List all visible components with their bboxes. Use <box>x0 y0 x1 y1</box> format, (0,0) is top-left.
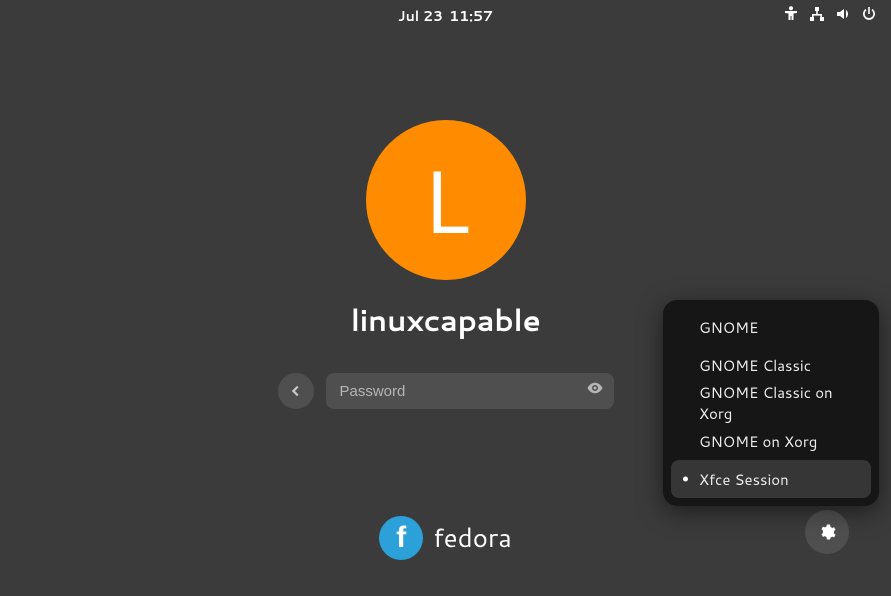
session-item-gnome-classic[interactable]: GNOME Classic <box>671 346 871 384</box>
session-item-gnome-xorg[interactable]: GNOME on Xorg <box>671 422 871 460</box>
username-label: linuxcapable <box>351 298 541 341</box>
eye-icon <box>586 379 604 397</box>
branding: f fedora <box>0 516 891 560</box>
password-input[interactable] <box>340 383 586 400</box>
clock-date[interactable]: Jul 23 <box>398 6 443 26</box>
chevron-left-icon <box>289 384 303 398</box>
accessibility-icon[interactable] <box>783 6 799 27</box>
session-item-gnome[interactable]: GNOME <box>671 308 871 346</box>
password-field-wrapper <box>326 373 614 409</box>
topbar: Jul 23 11:57 <box>0 0 891 32</box>
avatar-initial: L <box>421 156 470 244</box>
session-menu[interactable]: GNOME GNOME Classic GNOME Classic on Xor… <box>663 300 879 506</box>
avatar: L <box>366 120 526 280</box>
back-button[interactable] <box>278 373 314 409</box>
status-area[interactable] <box>783 0 877 32</box>
clock-time[interactable]: 11:57 <box>449 6 493 26</box>
fedora-logo-icon: f <box>379 516 423 560</box>
distro-name: fedora <box>433 520 512 556</box>
session-item-xfce[interactable]: Xfce Session <box>671 460 871 498</box>
network-icon[interactable] <box>809 6 825 27</box>
power-icon[interactable] <box>861 6 877 27</box>
reveal-password-button[interactable] <box>586 379 604 403</box>
session-chooser-button[interactable] <box>805 510 849 554</box>
password-row <box>278 373 614 409</box>
gear-icon <box>818 523 836 541</box>
volume-icon[interactable] <box>835 6 851 27</box>
session-item-gnome-classic-xorg[interactable]: GNOME Classic on Xorg <box>671 384 871 422</box>
